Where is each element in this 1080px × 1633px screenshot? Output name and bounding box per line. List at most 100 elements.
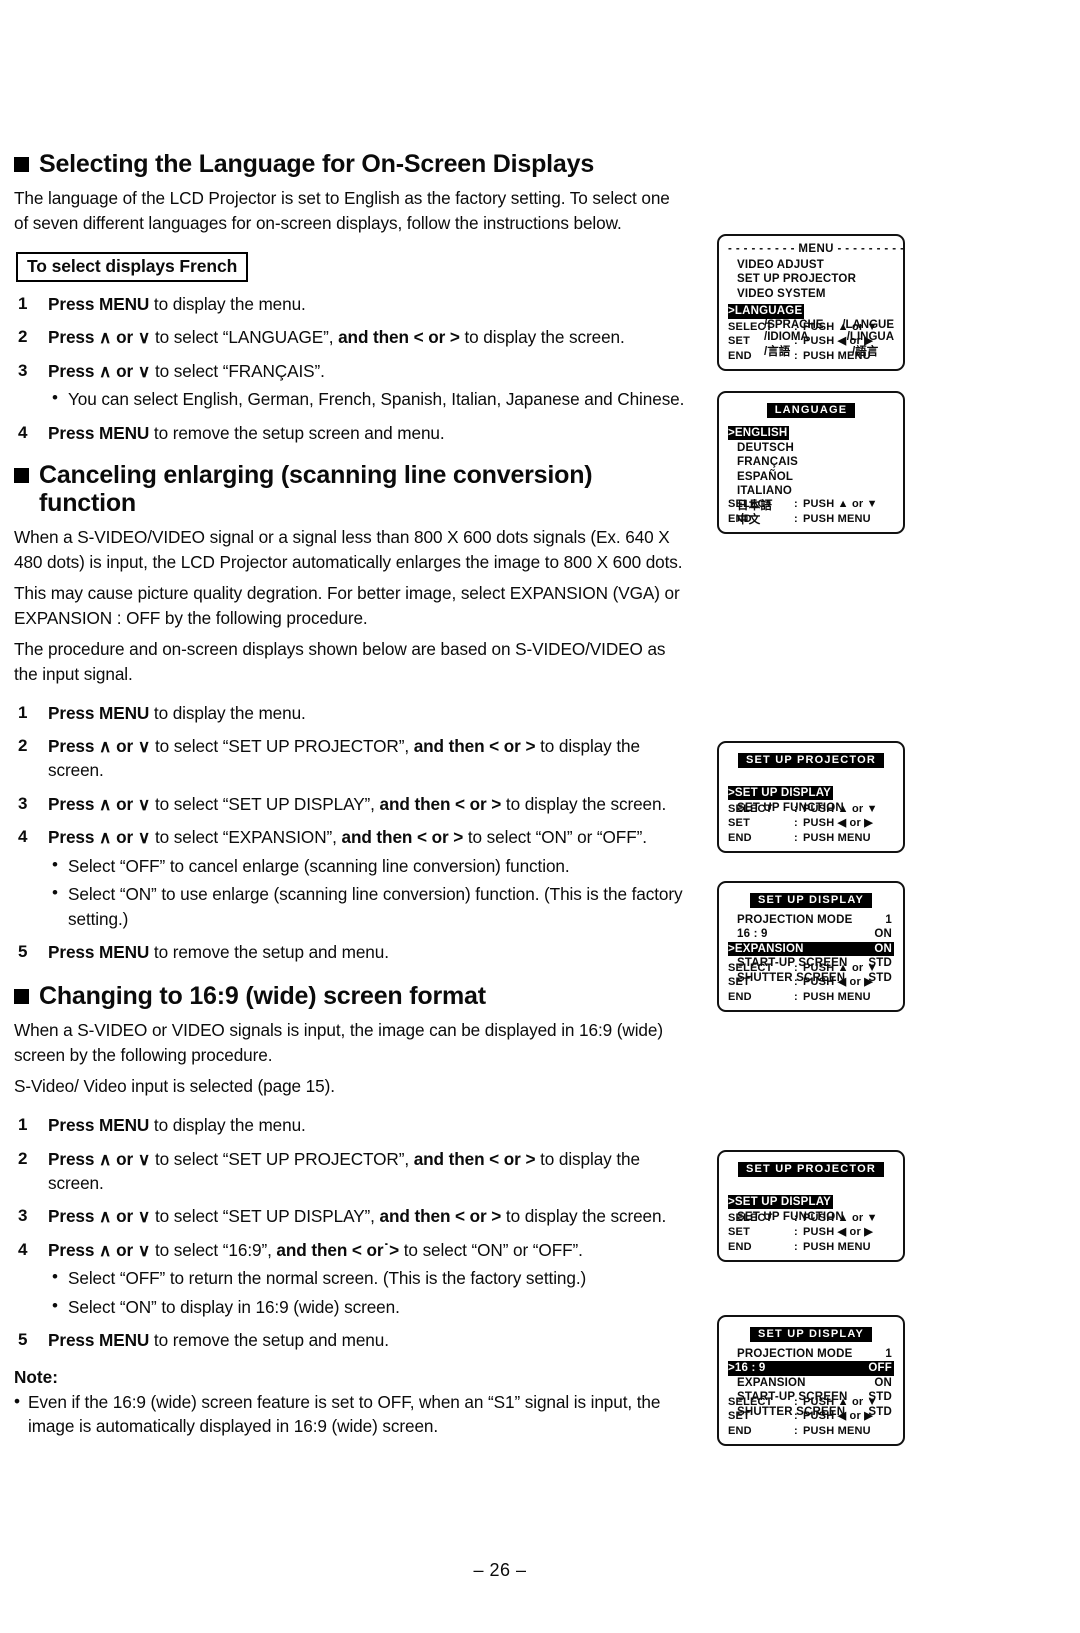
step-number: 5 [18, 941, 28, 961]
footer-key: END [728, 1424, 752, 1437]
square-bullet-icon [14, 467, 29, 483]
step-number: 2 [18, 736, 28, 756]
section-heading-language: Selecting the Language for On-Screen Dis… [14, 150, 686, 178]
section-heading-canceling-enlarging: Canceling enlarging (scanning line conve… [14, 461, 686, 517]
osd-title: SET UP PROJECTOR [737, 1162, 885, 1177]
osd-footer-row: SET: PUSH ◀ or ▶ [728, 975, 897, 989]
step-item: 2 Press ∧ or ∨ to select “SET UP PROJECTO… [14, 1147, 686, 1196]
bullet-item: Select “ON” to display in 16:9 (wide) sc… [48, 1294, 686, 1319]
footer-sep: : [794, 321, 798, 334]
osd-row-selected: >16 : 9 OFF [728, 1361, 894, 1376]
text-column: Selecting the Language for On-Screen Dis… [14, 150, 686, 1438]
osd-item: VIDEO SYSTEM [737, 287, 826, 300]
footer-key: END [728, 831, 752, 844]
step-number: 4 [18, 827, 28, 847]
osd-footer-row: END: PUSH MENU [728, 1424, 897, 1438]
footer-sep: : [794, 335, 798, 348]
osd-screen-menu: - - - - - - - - - MENU - - - - - - - - -… [717, 234, 905, 371]
osd-footer-row: END: PUSH MENU [728, 990, 897, 1004]
step-item: 3 Press ∧ or ∨ to select “SET UP DISPLAY”… [14, 792, 686, 816]
footer-value: PUSH MENU [803, 349, 871, 362]
step-number: 3 [18, 360, 28, 380]
footer-key: SELECT [728, 803, 773, 816]
bullet-item: Select “ON” to use enlarge (scanning lin… [48, 881, 686, 931]
footer-key: END [728, 1240, 752, 1253]
step-number: 2 [18, 327, 28, 347]
osd-footer-row: SET: PUSH ◀ or ▶ [728, 334, 897, 348]
step-bullets: Select “OFF” to return the normal screen… [48, 1265, 686, 1319]
step-text: Press ∧ or ∨ to select “SET UP DISPLAY”,… [48, 1206, 667, 1227]
osd-footer-row: END: PUSH MENU [728, 1240, 897, 1254]
footer-key: SELECT [728, 321, 773, 334]
footer-value: PUSH ◀ or ▶ [803, 335, 873, 348]
osd-item-selected: >ENGLISH [728, 426, 790, 441]
footer-value: PUSH ▲ or ▼ [803, 321, 878, 334]
osd-spacer [728, 1182, 894, 1192]
osd-row-label: >16 : 9 [728, 1362, 766, 1375]
osd-item: DEUTSCH [737, 442, 794, 454]
footer-value: PUSH ▲ or ▼ [803, 962, 878, 975]
footer-value: PUSH MENU [803, 831, 871, 844]
section-intro-language: The language of the LCD Projector is set… [14, 188, 670, 233]
section-heading-text: Canceling enlarging (scanning line conve… [39, 460, 593, 517]
step-text: Press MENU to display the menu. [48, 1115, 306, 1136]
step-item: 3 Press ∧ or ∨ to select “FRANÇAIS”. You… [14, 359, 686, 412]
osd-item: VIDEO ADJUST [737, 259, 824, 271]
footer-value: PUSH ▲ or ▼ [803, 803, 878, 816]
step-text: Press ∧ or ∨ to select “LANGUAGE”, and t… [48, 327, 625, 348]
footer-value: PUSH ◀ or ▶ [803, 817, 873, 830]
osd-row: PROJECTION MODE 1 [728, 1347, 894, 1361]
osd-row-value: OFF [868, 1362, 892, 1375]
osd-title-row: SET UP PROJECTOR [728, 1159, 894, 1177]
footer-key: END [728, 349, 752, 362]
osd-footer: SELECT: PUSH ▲ or ▼ SET: PUSH ◀ or ▶ END: P… [728, 320, 897, 363]
footer-key: SET [728, 976, 750, 989]
manual-page: Selecting the Language for On-Screen Dis… [0, 0, 1080, 1633]
step-number: 3 [18, 793, 28, 813]
osd-item: SET UP PROJECTOR [737, 273, 857, 286]
osd-footer-row: SET: PUSH ◀ or ▶ [728, 1225, 897, 1239]
osd-screen-setup-projector-1: SET UP PROJECTOR >SET UP DISPLAY SET UP … [717, 741, 905, 853]
footer-key: SET [728, 817, 750, 830]
square-bullet-icon [14, 989, 29, 1005]
step-text: Press ∧ or ∨ to select “FRANÇAIS”. [48, 360, 325, 381]
step-item: 4 Press MENU to remove the setup screen a… [14, 421, 686, 445]
footer-key: SET [728, 1410, 750, 1423]
osd-row-value: 1 [885, 914, 892, 926]
footer-sep: : [794, 803, 798, 816]
osd-row-value: 1 [885, 1348, 892, 1360]
osd-footer-row: END: PUSH MENU [728, 512, 897, 526]
osd-title: - - - - - - - - - MENU - - - - - - - - - [728, 243, 905, 255]
footer-sep: : [794, 349, 798, 362]
steps-language: 1 Press MENU to display the menu. 2 Press … [14, 292, 686, 445]
osd-footer: SELECT: PUSH ▲ or ▼ SET: PUSH ◀ or ▶ END: P… [728, 1395, 897, 1438]
step-number: 3 [18, 1206, 28, 1226]
footer-key: SELECT [728, 498, 773, 511]
footer-key: END [728, 990, 752, 1003]
section-paragraph: S-Video/ Video input is selected (page 1… [14, 1076, 335, 1097]
step-number: 4 [18, 422, 28, 442]
footer-value: PUSH ◀ or ▶ [803, 1226, 873, 1239]
osd-spacer [728, 773, 894, 783]
osd-row-selected: >EXPANSION ON [728, 941, 894, 957]
osd-footer-row: SELECT: PUSH ▲ or ▼ [728, 497, 897, 511]
footer-sep: : [794, 1212, 798, 1225]
step-item: 1 Press MENU to display the menu. [14, 701, 686, 725]
osd-row-label: >EXPANSION [728, 942, 804, 955]
note-heading: Note: [14, 1366, 58, 1387]
footer-value: PUSH ▲ or ▼ [803, 1396, 878, 1409]
step-text: Press ∧ or ∨ to select “16:9”, and then … [48, 1239, 583, 1260]
osd-row: PROJECTION MODE 1 [728, 913, 894, 927]
osd-screen-setup-projector-2: SET UP PROJECTOR >SET UP DISPLAY SET UP … [717, 1150, 905, 1262]
footer-value: PUSH MENU [803, 990, 871, 1003]
step-number: 4 [18, 1239, 28, 1259]
step-item: 2 Press ∧ or ∨ to select “LANGUAGE”, and … [14, 325, 686, 349]
steps-canceling-enlarging: 1 Press MENU to display the menu. 2 Press … [14, 701, 686, 965]
step-item: 1 Press MENU to display the menu. [14, 292, 686, 316]
step-text: Press ∧ or ∨ to select “EXPANSION”, and … [48, 827, 647, 848]
bullet-item: Select “OFF” to return the normal screen… [48, 1265, 686, 1290]
footer-key: END [728, 512, 752, 525]
osd-footer-row: SET: PUSH ◀ or ▶ [728, 1409, 897, 1423]
osd-footer: SELECT: PUSH ▲ or ▼ SET: PUSH ◀ or ▶ END: P… [728, 961, 897, 1004]
step-bullets: You can select English, German, French, … [48, 386, 686, 411]
